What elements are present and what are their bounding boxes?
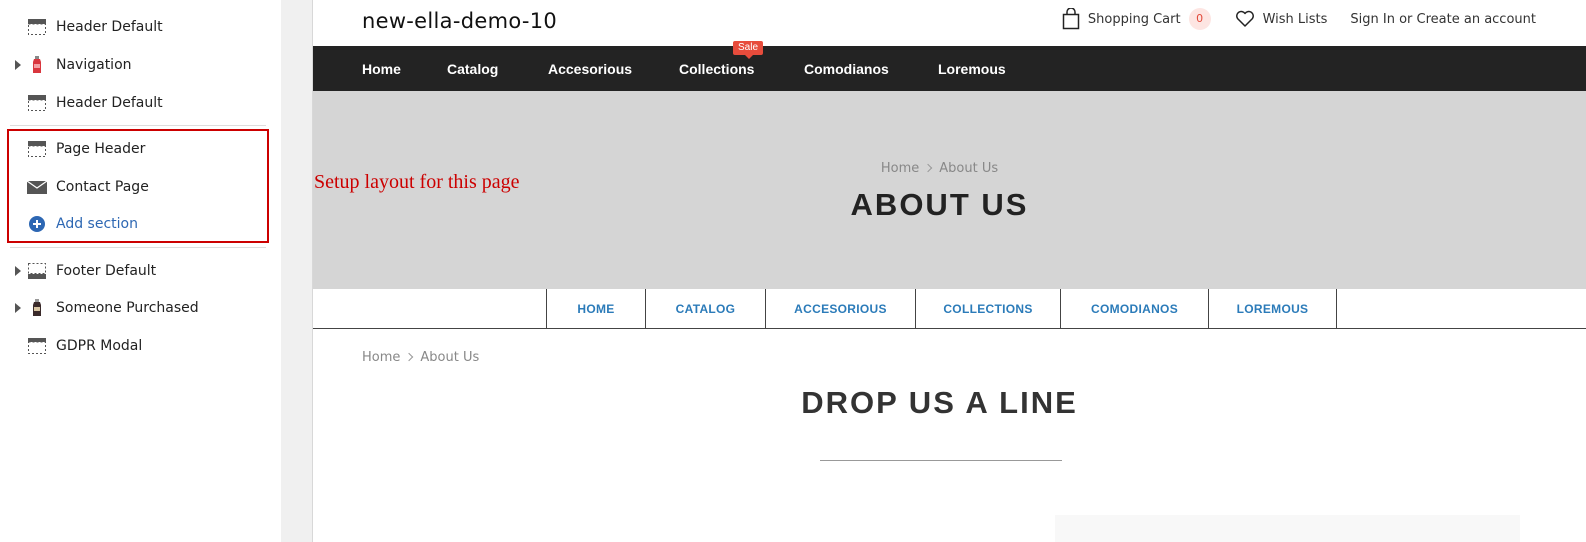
secondary-nav-tabs: HOME CATALOG ACCESORIOUS COLLECTIONS COM… — [313, 289, 1586, 329]
chevron-right-icon — [405, 352, 414, 362]
sidebar-item-label: Footer Default — [56, 263, 157, 279]
header-layout-icon — [28, 19, 46, 35]
tab-collections[interactable]: COLLECTIONS — [915, 289, 1060, 328]
contact-form-panel — [1055, 515, 1520, 542]
wish-lists-link[interactable]: Wish Lists — [1263, 12, 1328, 27]
modal-layout-icon — [28, 338, 46, 354]
footer-layout-icon — [28, 263, 46, 279]
site-title[interactable]: new-ella-demo-10 — [362, 9, 557, 33]
nav-item-loremous[interactable]: Loremous — [938, 61, 1006, 77]
annotation-highlight-box — [7, 129, 269, 243]
heart-icon[interactable] — [1235, 10, 1255, 28]
breadcrumb-home-link[interactable]: Home — [881, 161, 919, 176]
tab-catalog[interactable]: CATALOG — [645, 289, 765, 328]
sidebar-item-label: Header Default — [56, 95, 163, 111]
bottle-icon — [33, 299, 41, 316]
header-top-links: Shopping Cart 0 Wish Lists Sign In or Cr… — [1062, 8, 1536, 30]
sale-badge: Sale — [733, 41, 764, 59]
page-title: ABOUT US — [850, 187, 1029, 222]
sidebar-item-label: Someone Purchased — [56, 300, 199, 316]
sidebar-item-someone-purchased[interactable]: Someone Purchased — [0, 293, 281, 323]
sidebar-item-label: Navigation — [56, 57, 132, 73]
content-breadcrumb: Home About Us — [362, 350, 479, 365]
breadcrumb-home-link[interactable]: Home — [362, 350, 400, 365]
sidebar-item-footer-default[interactable]: Footer Default — [0, 256, 281, 286]
page-header-banner: Setup layout for this page Home About Us … — [313, 91, 1586, 289]
nav-item-catalog[interactable]: Catalog — [447, 61, 498, 77]
nav-item-collections[interactable]: Collections — [679, 61, 754, 77]
expand-caret-icon[interactable] — [15, 303, 21, 313]
store-preview: new-ella-demo-10 Shopping Cart 0 Wish Li… — [313, 0, 1586, 542]
tab-home[interactable]: HOME — [546, 289, 645, 328]
tab-comodianos[interactable]: COMODIANOS — [1060, 289, 1208, 328]
expand-caret-icon[interactable] — [15, 266, 21, 276]
shopping-bag-icon[interactable] — [1062, 8, 1080, 30]
nav-item-home[interactable]: Home — [362, 61, 401, 77]
sidebar-resize-gutter — [281, 0, 313, 542]
header-layout-icon — [28, 95, 46, 111]
sidebar-item-header-default-2[interactable]: Header Default — [0, 88, 281, 118]
sidebar-item-navigation[interactable]: Navigation — [0, 50, 281, 80]
nav-item-accesorious[interactable]: Accesorious — [548, 61, 632, 77]
theme-sections-sidebar: Header Default Navigation Header Default… — [0, 0, 281, 542]
shopping-cart-link[interactable]: Shopping Cart — [1088, 12, 1181, 27]
sidebar-item-label: Header Default — [56, 19, 163, 35]
sidebar-divider — [10, 247, 266, 248]
account-link[interactable]: Sign In or Create an account — [1350, 12, 1536, 27]
chevron-right-icon — [924, 163, 933, 173]
breadcrumb-current: About Us — [420, 350, 480, 365]
sidebar-item-gdpr-modal[interactable]: GDPR Modal — [0, 331, 281, 361]
tab-accesorious[interactable]: ACCESORIOUS — [765, 289, 915, 328]
breadcrumb: Home About Us — [313, 161, 1566, 176]
sidebar-item-header-default[interactable]: Header Default — [0, 12, 281, 42]
title-underline — [820, 460, 1062, 461]
cart-count-badge: 0 — [1188, 8, 1211, 30]
contact-section-title: DROP US A LINE — [801, 385, 1078, 420]
nav-item-comodianos[interactable]: Comodianos — [804, 61, 889, 77]
breadcrumb-current: About Us — [939, 161, 999, 176]
sidebar-item-label: GDPR Modal — [56, 338, 143, 354]
bottle-icon — [33, 56, 41, 73]
tab-divider — [1336, 289, 1337, 328]
tab-loremous[interactable]: LOREMOUS — [1208, 289, 1336, 328]
main-navigation: Home Catalog Accesorious Collections Com… — [313, 46, 1586, 91]
expand-caret-icon[interactable] — [15, 60, 21, 70]
sidebar-divider — [10, 125, 266, 126]
